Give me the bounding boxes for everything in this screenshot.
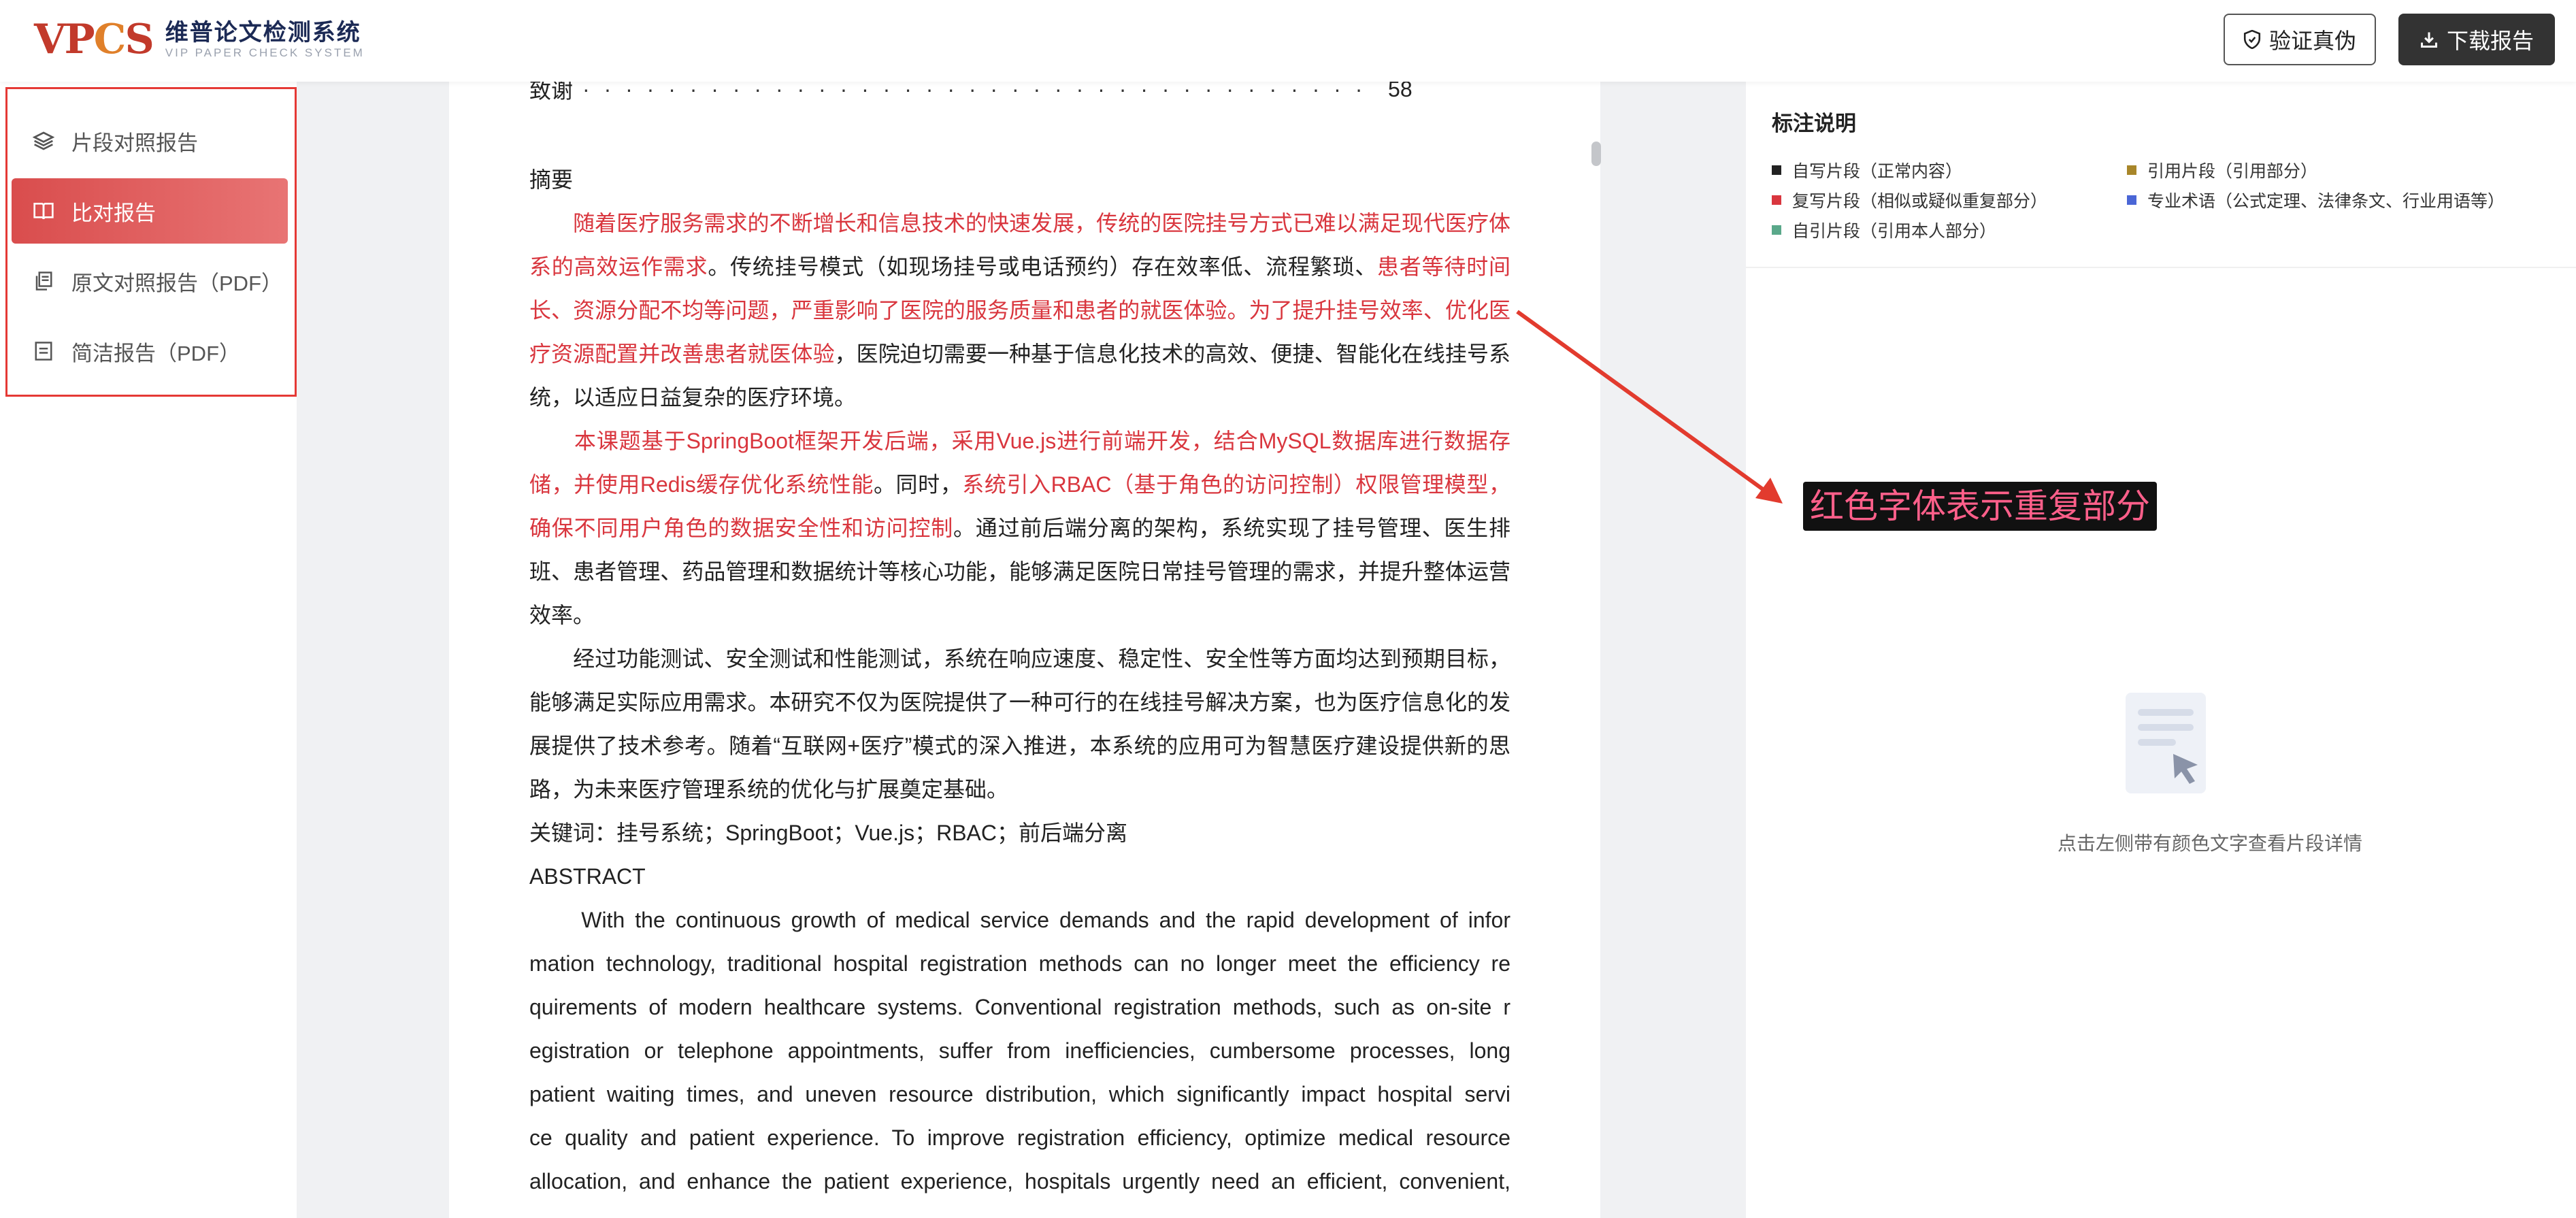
vpcs-logo[interactable]: VPCS 维普论文检测系统 VIP PAPER CHECK SYSTEM <box>34 12 365 67</box>
document-line: 本课题基于SpringBoot框架开发后端，采用Vue.js进行前端开发，结合M… <box>529 419 1510 463</box>
divider <box>1746 267 2576 268</box>
document-line: 统，以适应日益复杂的医疗环境。 <box>529 376 856 419</box>
duplicate-fragment[interactable]: 系统引入RBAC（基于角色的访问控制）权限管理模型， <box>962 472 1510 497</box>
text-fragment: egistration or telephone appointments, s… <box>529 1038 1510 1063</box>
shield-check-icon <box>2243 30 2261 49</box>
logo-subtitle: VIP PAPER CHECK SYSTEM <box>165 46 365 59</box>
document-line: 储，并使用Redis缓存优化系统性能。同时，系统引入RBAC（基于角色的访问控制… <box>529 463 1510 506</box>
text-fragment: 能够满足实际应用需求。本研究不仅为医院提供了一种可行的在线挂号解决方案，也为医疗… <box>529 690 1510 714</box>
logo-title: 维普论文检测系统 <box>165 20 361 46</box>
legend-swatch <box>1772 165 1781 175</box>
legend-swatch <box>1772 225 1781 235</box>
download-icon <box>2420 32 2438 48</box>
document-line: With the continuous growth of medical se… <box>529 898 1510 942</box>
text-fragment: 。同时， <box>873 472 963 497</box>
sidebar: 片段对照报告 比对报告 原文对照报告（PDF） 简洁报告（PDF） <box>0 82 297 1218</box>
document-line: allocation, and enhance the patient expe… <box>529 1159 1510 1203</box>
text-fragment: ce quality and patient experience. To im… <box>529 1125 1510 1150</box>
annotation-label: 红色字体表示重复部分 <box>1803 482 2157 531</box>
document-line: ABSTRACT <box>529 855 646 898</box>
duplicate-fragment[interactable]: 疗资源配置并改善患者就医体验 <box>529 342 835 366</box>
sidebar-item-brief-pdf-report[interactable]: 简洁报告（PDF） <box>12 318 288 384</box>
text-fragment: 统，以适应日益复杂的医疗环境。 <box>529 385 857 410</box>
legend-item: 自引片段（引用本人部分） <box>1772 218 1996 242</box>
duplicate-fragment[interactable]: 系的高效运作需求 <box>529 254 708 279</box>
legend-item: 引用片段（引用部分） <box>2127 158 2317 182</box>
document-line: 经过功能测试、安全测试和性能测试，系统在响应速度、稳定性、安全性等方面均达到预期… <box>529 637 1510 680</box>
text-fragment: patient waiting times, and uneven resour… <box>529 1082 1510 1106</box>
text-fragment: 关键词：挂号系统；SpringBoot；Vue.js；RBAC；前后端分离 <box>529 821 1127 845</box>
text-fragment: 班、患者管理、药品管理和数据统计等核心功能，能够满足医院日常挂号管理的需求，并提… <box>529 559 1510 584</box>
document-line: patient waiting times, and uneven resour… <box>529 1072 1510 1116</box>
document-line: 能够满足实际应用需求。本研究不仅为医院提供了一种可行的在线挂号解决方案，也为医疗… <box>529 680 1510 724</box>
duplicate-fragment[interactable]: 本课题基于SpringBoot框架开发后端，采用Vue.js进行前端开发，结合M… <box>529 429 1510 453</box>
top-header: VPCS 维普论文检测系统 VIP PAPER CHECK SYSTEM 验证真… <box>0 0 2576 82</box>
document-line: quirements of modern healthcare systems.… <box>529 985 1510 1029</box>
text-fragment: quirements of modern healthcare systems.… <box>529 995 1510 1019</box>
text-fragment: mation technology, traditional hospital … <box>529 951 1510 976</box>
text-fragment: allocation, and enhance the patient expe… <box>529 1169 1510 1194</box>
document-line: 路，为未来医疗管理系统的优化与扩展奠定基础。 <box>529 768 1008 811</box>
duplicate-fragment[interactable]: 储，并使用Redis缓存优化系统性能 <box>529 472 874 497</box>
duplicate-fragment[interactable]: 随着医疗服务需求的不断增长和信息技术的快速发展，传统的医院挂号方式已难以满足现代… <box>529 211 1510 235</box>
book-open-icon <box>32 199 55 223</box>
sidebar-item-label: 片段对照报告 <box>71 131 198 155</box>
sidebar-menu: 片段对照报告 比对报告 原文对照报告（PDF） 简洁报告（PDF） <box>5 87 297 397</box>
sidebar-item-label: 比对报告 <box>71 201 156 225</box>
verify-authenticity-button[interactable]: 验证真伪 <box>2224 14 2376 65</box>
document-line: 疗资源配置并改善患者就医体验，医院迫切需要一种基于信息化技术的高效、便捷、智能化… <box>529 332 1510 376</box>
sidebar-item-label: 原文对照报告（PDF） <box>71 271 282 295</box>
duplicate-fragment[interactable]: 长、资源分配不均等问题，严重影响了医院的服务质量和患者的就医体验。为了提升挂号效… <box>529 298 1510 323</box>
legend-item: 专业术语（公式定理、法律条文、行业用语等） <box>2127 188 2505 212</box>
verify-label: 验证真伪 <box>2268 29 2356 53</box>
text-fragment: ，医院迫切需要一种基于信息化技术的高效、便捷、智能化在线挂号系 <box>834 342 1510 366</box>
text-fragment: With the continuous growth of medical se… <box>529 908 1510 932</box>
sidebar-item-label: 简洁报告（PDF） <box>71 341 240 365</box>
text-fragment: ABSTRACT <box>529 864 646 889</box>
document-line: 关键词：挂号系统；SpringBoot；Vue.js；RBAC；前后端分离 <box>529 811 1127 855</box>
document-line: 确保不同用户角色的数据安全性和访问控制。通过前后端分离的架构，系统实现了挂号管理… <box>529 506 1510 550</box>
text-fragment: 路，为未来医疗管理系统的优化与扩展奠定基础。 <box>529 777 1009 802</box>
text-fragment: 展提供了技术参考。随着“互联网+医疗”模式的深入推进，本系统的应用可为智慧医疗建… <box>529 734 1510 758</box>
document-line: 随着医疗服务需求的不断增长和信息技术的快速发展，传统的医院挂号方式已难以满足现代… <box>529 201 1510 245</box>
document-line: mation technology, traditional hospital … <box>529 942 1510 985</box>
document-line: 长、资源分配不均等问题，严重影响了医院的服务质量和患者的就医体验。为了提升挂号效… <box>529 289 1510 332</box>
document-line: 系的高效运作需求。传统挂号模式（如现场挂号或电话预约）存在效率低、流程繁琐、患者… <box>529 245 1510 289</box>
download-report-button[interactable]: 下载报告 <box>2398 14 2555 65</box>
document-line: 班、患者管理、药品管理和数据统计等核心功能，能够满足医院日常挂号管理的需求，并提… <box>529 550 1510 593</box>
legend-swatch <box>1772 195 1781 205</box>
layers-icon <box>32 129 55 152</box>
document-icon <box>32 340 55 363</box>
sidebar-item-original-pdf-report[interactable]: 原文对照报告（PDF） <box>12 248 288 314</box>
document-line: 效率。 <box>529 593 595 637</box>
duplicate-fragment[interactable]: 确保不同用户角色的数据安全性和访问控制 <box>529 516 953 540</box>
text-fragment: 经过功能测试、安全测试和性能测试，系统在响应速度、稳定性、安全性等方面均达到预期… <box>529 646 1510 671</box>
legend-item: 复写片段（相似或疑似重复部分） <box>1772 188 2047 212</box>
text-fragment: 效率。 <box>529 603 595 627</box>
legend-item: 自写片段（正常内容） <box>1772 158 1962 182</box>
legend-swatch <box>2127 165 2136 175</box>
annotation-arrow <box>1516 310 1783 504</box>
empty-document-icon <box>2126 693 2206 793</box>
duplicate-fragment[interactable]: 患者等待时间 <box>1377 254 1510 279</box>
text-fragment: 。通过前后端分离的架构，系统实现了挂号管理、医生排 <box>953 516 1510 540</box>
document-line: 展提供了技术参考。随着“互联网+医疗”模式的深入推进，本系统的应用可为智慧医疗建… <box>529 724 1510 768</box>
legend-swatch <box>2127 195 2136 205</box>
legend-title: 标注说明 <box>1772 112 1856 135</box>
document-line: ce quality and patient experience. To im… <box>529 1116 1510 1159</box>
sidebar-item-fragment-report[interactable]: 片段对照报告 <box>12 108 288 174</box>
section-heading: 摘要 <box>529 167 574 192</box>
empty-state-tip: 点击左侧带有颜色文字查看片段详情 <box>2057 833 2362 854</box>
text-fragment: 。传统挂号模式（如现场挂号或电话预约）存在效率低、流程繁琐、 <box>708 254 1378 279</box>
logo-mark: VPCS <box>34 16 154 63</box>
document-line: egistration or telephone appointments, s… <box>529 1029 1510 1072</box>
sidebar-item-comparison-report[interactable]: 比对报告 <box>12 178 288 244</box>
download-label: 下载报告 <box>2446 29 2534 53</box>
annotation-panel: 标注说明 自写片段（正常内容） 引用片段（引用部分） 复写片段（相似或疑似重复部… <box>1746 82 2576 1218</box>
copy-icon <box>32 269 55 293</box>
document-scrollbar[interactable] <box>1591 142 1601 166</box>
